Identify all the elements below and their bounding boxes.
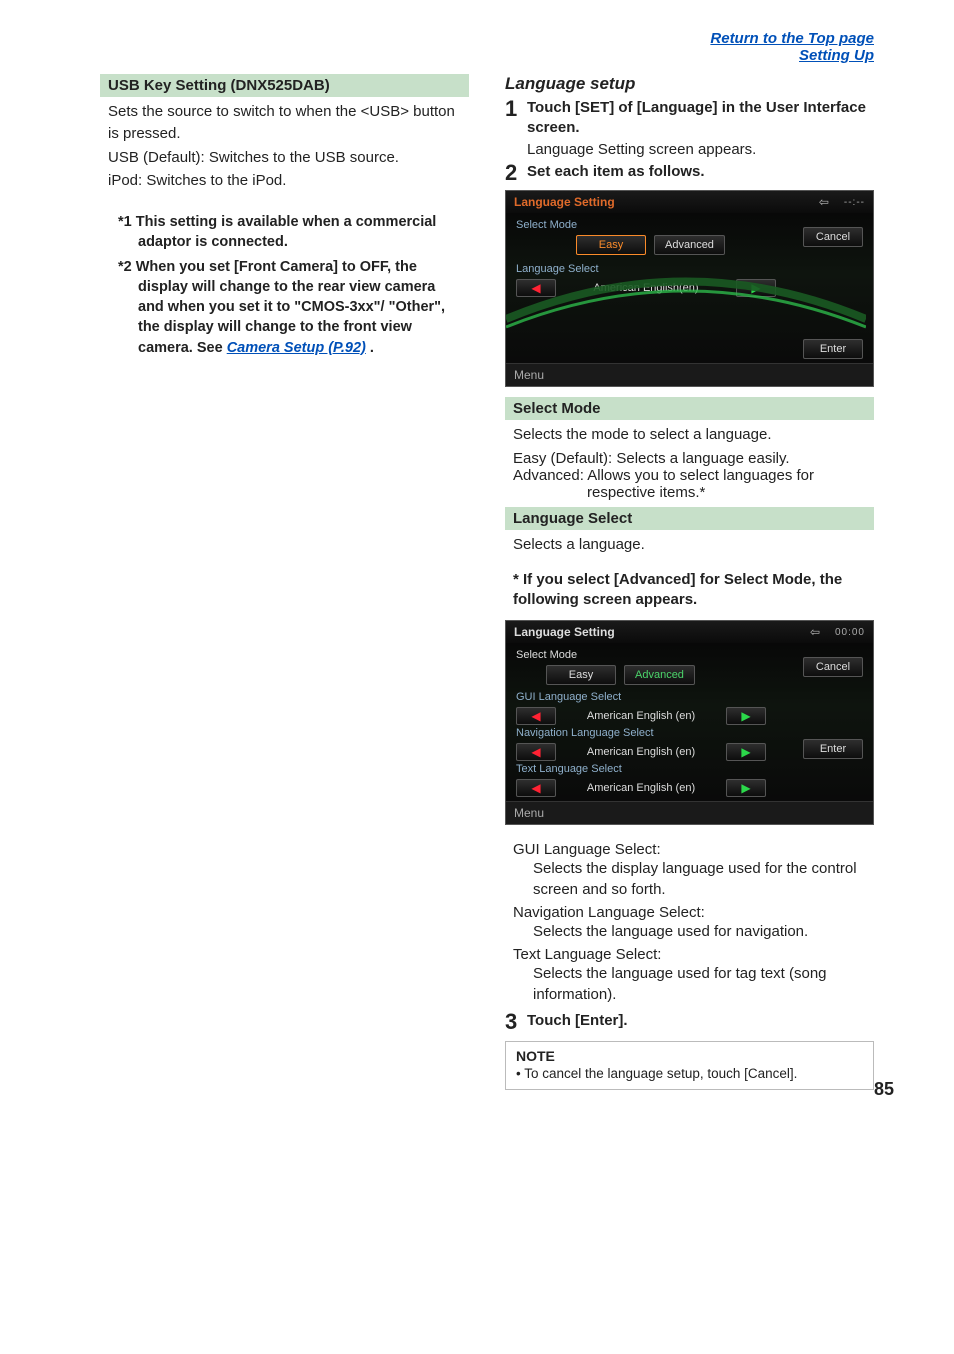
footnote-2-tag: *2 [118, 259, 132, 275]
right-column: Language setup 1 Touch [SET] of [Languag… [505, 74, 874, 1090]
advanced-star-note: * If you select [Advanced] for Select Mo… [505, 566, 874, 615]
back-icon[interactable]: ⇦ [805, 625, 825, 639]
shot2-gui-next-button[interactable]: ▶ [726, 707, 766, 725]
step-1: 1 Touch [SET] of [Language] in the User … [505, 98, 874, 158]
footnote-2-text-b: . [370, 340, 374, 356]
txt-lang-term: Text Language Select: [513, 946, 866, 963]
shot2-gui-label: GUI Language Select [516, 691, 795, 703]
language-select-heading: Language Select [505, 507, 874, 530]
footnote-1: *1 This setting is available when a comm… [120, 210, 469, 255]
shot1-lang-next-button[interactable]: ▶ [736, 279, 776, 297]
shot2-txt-prev-button[interactable]: ◀ [516, 779, 556, 797]
usb-desc-3: iPod: Switches to the iPod. [108, 170, 461, 192]
advanced-line: Advanced: Allows you to select languages… [505, 467, 874, 501]
nav-lang-desc: Selects the language used for navigation… [513, 921, 866, 942]
screenshot-language-setting-advanced: Language Setting ⇦ 00:00 Select Mode Eas… [505, 620, 874, 825]
shot2-nav-label: Navigation Language Select [516, 727, 795, 739]
easy-default-line: Easy (Default): Selects a language easil… [505, 450, 874, 467]
shot1-clock: --:-- [844, 197, 865, 208]
shot2-advanced-button[interactable]: Advanced [624, 665, 695, 685]
language-setup-heading: Language setup [505, 74, 874, 94]
shot2-select-mode-label: Select Mode [516, 649, 795, 661]
step-2-title: Set each item as follows. [527, 162, 874, 182]
shot1-menu-button[interactable]: Menu [506, 363, 873, 386]
shot2-nav-prev-button[interactable]: ◀ [516, 743, 556, 761]
step-3: 3 Touch [Enter]. [505, 1011, 874, 1033]
shot1-lang-value: American English(en) [560, 282, 732, 294]
shot2-nav-value: American English (en) [560, 746, 722, 758]
footnote-1-tag: *1 [118, 214, 132, 230]
shot1-advanced-button[interactable]: Advanced [654, 235, 725, 255]
back-icon[interactable]: ⇦ [814, 195, 834, 209]
step-1-title: Touch [SET] of [Language] in the User In… [527, 98, 874, 137]
footnote-1-text: This setting is available when a commerc… [136, 214, 437, 250]
shot1-language-select-label: Language Select [516, 263, 795, 275]
shot1-easy-button[interactable]: Easy [576, 235, 646, 255]
usb-key-heading: USB Key Setting (DNX525DAB) [100, 74, 469, 97]
advanced-val: : Allows you to select languages for res… [580, 467, 814, 501]
usb-desc-1: Sets the source to switch to when the <U… [108, 101, 461, 145]
nav-lang-term: Navigation Language Select: [513, 904, 866, 921]
step-2: 2 Set each item as follows. [505, 162, 874, 184]
easy-default-key: Easy (Default) [513, 450, 608, 467]
glossary: GUI Language Select: Selects the display… [505, 835, 874, 1007]
note-box: NOTE • To cancel the language setup, tou… [505, 1041, 874, 1090]
usb-key-body: Sets the source to switch to when the <U… [100, 97, 469, 196]
footnote-2: *2 When you set [Front Camera] to OFF, t… [120, 255, 469, 360]
step-1-desc: Language Setting screen appears. [527, 137, 874, 158]
note-line: • To cancel the language setup, touch [C… [516, 1066, 863, 1081]
shot2-gui-prev-button[interactable]: ◀ [516, 707, 556, 725]
shot2-clock: 00:00 [835, 627, 865, 638]
shot1-select-mode-label: Select Mode [516, 219, 795, 231]
screenshot-language-setting-easy: Language Setting ⇦ --:-- Select Mode Eas… [505, 190, 874, 387]
top-link-section[interactable]: Setting Up [100, 47, 874, 64]
shot2-txt-next-button[interactable]: ▶ [726, 779, 766, 797]
top-link-top[interactable]: Return to the Top page [100, 30, 874, 47]
shot2-enter-button[interactable]: Enter [803, 739, 863, 759]
shot2-gui-value: American English (en) [560, 710, 722, 722]
step-3-title: Touch [Enter]. [527, 1011, 874, 1031]
select-mode-desc: Selects the mode to select a language. [505, 420, 874, 450]
shot1-enter-button[interactable]: Enter [803, 339, 863, 359]
txt-lang-desc: Selects the language used for tag text (… [513, 963, 866, 1005]
camera-setup-link[interactable]: Camera Setup (P.92) [227, 340, 366, 356]
shot1-title: Language Setting [514, 195, 615, 209]
language-select-desc: Selects a language. [505, 530, 874, 560]
usb-key-heading-model: (DNX525DAB) [231, 77, 330, 94]
step-2-number: 2 [505, 162, 521, 184]
page-number: 85 [874, 1079, 894, 1100]
shot1-cancel-button[interactable]: Cancel [803, 227, 863, 247]
step-3-number: 3 [505, 1011, 521, 1033]
gui-lang-desc: Selects the display language used for th… [513, 858, 866, 900]
shot1-lang-prev-button[interactable]: ◀ [516, 279, 556, 297]
note-heading: NOTE [516, 1048, 863, 1064]
shot2-title: Language Setting [514, 625, 615, 639]
gui-lang-term: GUI Language Select: [513, 841, 866, 858]
top-links: Return to the Top page Setting Up [100, 30, 874, 64]
shot2-cancel-button[interactable]: Cancel [803, 657, 863, 677]
shot2-nav-next-button[interactable]: ▶ [726, 743, 766, 761]
usb-desc-2: USB (Default): Switches to the USB sourc… [108, 147, 461, 169]
select-mode-heading: Select Mode [505, 397, 874, 420]
advanced-key: Advanced [513, 467, 580, 484]
shot2-menu-button[interactable]: Menu [506, 801, 873, 824]
left-column: USB Key Setting (DNX525DAB) Sets the sou… [100, 74, 469, 1090]
step-1-number: 1 [505, 98, 521, 120]
usb-key-heading-text: USB Key Setting [108, 77, 226, 94]
easy-default-val: : Selects a language easily. [608, 450, 790, 467]
shot2-txt-label: Text Language Select [516, 763, 795, 775]
shot2-easy-button[interactable]: Easy [546, 665, 616, 685]
shot2-txt-value: American English (en) [560, 782, 722, 794]
